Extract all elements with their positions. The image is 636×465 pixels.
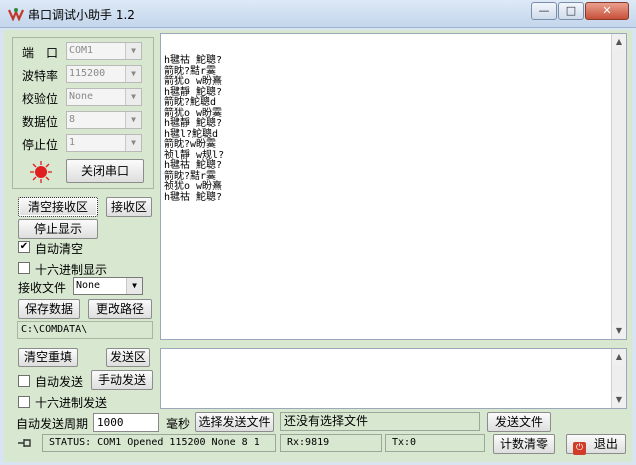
baud-label: 波特率: [22, 69, 59, 83]
pin-icon[interactable]: [16, 435, 34, 451]
baud-select[interactable]: 115200 ▼: [66, 65, 142, 83]
receive-line: h毽靜 鮀聰?: [164, 86, 223, 98]
auto-clear-checkbox[interactable]: ✔: [18, 241, 30, 253]
scroll-up-icon[interactable]: ▲: [612, 349, 626, 365]
send-file-button[interactable]: 发送文件: [487, 412, 551, 432]
send-scrollbar[interactable]: ▲ ▼: [611, 349, 626, 408]
scroll-up-icon[interactable]: ▲: [612, 34, 626, 50]
power-icon: ⏻: [573, 442, 586, 455]
parity-label: 校验位: [22, 92, 59, 106]
chevron-down-icon: ▼: [126, 278, 142, 294]
receive-line: 箭眈?w盼霙: [164, 139, 217, 150]
receive-file-select[interactable]: None ▼: [73, 277, 143, 295]
port-select[interactable]: COM1 ▼: [66, 42, 142, 60]
databits-select[interactable]: 8 ▼: [66, 111, 142, 129]
receive-line: 箭眈?鮀聰d: [164, 97, 217, 108]
parity-value: None: [69, 91, 94, 102]
close-button[interactable]: ✕: [585, 2, 629, 20]
period-label: 自动发送周期: [16, 417, 89, 431]
scroll-down-icon[interactable]: ▼: [612, 392, 626, 408]
databits-label: 数据位: [22, 115, 59, 129]
receive-line: 箭眈?黠r霙: [164, 170, 217, 182]
led-indicator-icon: [29, 160, 53, 184]
save-data-button[interactable]: 保存数据: [18, 299, 80, 319]
window-title: 串口调试小助手 1.2: [28, 8, 135, 22]
chevron-down-icon: ▼: [125, 66, 141, 82]
hex-display-checkbox[interactable]: [18, 262, 30, 274]
exit-label: 退出: [593, 437, 618, 451]
chevron-down-icon: ▼: [125, 112, 141, 128]
receive-file-value: None: [76, 280, 101, 291]
clear-receive-button[interactable]: 清空接收区: [18, 197, 98, 217]
receive-textarea[interactable]: h毽祜 鮀聰? 箭眈?黠r霙 箭犹o w盼熹 h毽靜 鮀聰? 箭眈?鮀聰d 箭犹o w盼霙…: [160, 33, 627, 340]
rx-counter: Rx:9819: [280, 434, 382, 452]
ms-label: 毫秒: [166, 417, 191, 431]
receive-lines: h毽祜 鮀聰? 箭眈?黠r霙 箭犹o w盼熹 h毽靜 鮀聰? 箭眈?鮀聰d 箭犹o w盼霙…: [164, 55, 623, 203]
stopbits-select[interactable]: 1 ▼: [66, 134, 142, 152]
receive-line: 祯犹o w盼熹: [164, 181, 223, 192]
receive-line: 箭犹o w盼熹: [164, 76, 223, 87]
parity-select[interactable]: None ▼: [66, 88, 142, 106]
chevron-down-icon: ▼: [125, 89, 141, 105]
port-label: 端 口: [22, 46, 59, 60]
hex-send-label: 十六进制发送: [35, 396, 108, 410]
baud-value: 115200: [69, 68, 106, 79]
auto-send-label: 自动发送: [35, 375, 84, 389]
receive-path-field: C:\COMDATA\: [17, 321, 153, 339]
minimize-button[interactable]: —: [531, 2, 557, 20]
title-bar[interactable]: 串口调试小助手 1.2 — □ ✕: [0, 0, 636, 28]
chevron-down-icon: ▼: [125, 43, 141, 59]
maximize-button[interactable]: □: [558, 2, 584, 20]
send-area-label: 发送区: [106, 348, 150, 367]
count-clear-button[interactable]: 计数清零: [493, 434, 555, 454]
period-input[interactable]: 1000: [93, 413, 159, 432]
auto-send-checkbox[interactable]: [18, 375, 30, 387]
tx-counter: Tx:0: [385, 434, 485, 452]
receive-line: 祯l靜 w规l?: [164, 149, 225, 161]
select-send-file-button[interactable]: 选择发送文件: [195, 412, 274, 432]
hex-display-label: 十六进制显示: [35, 263, 108, 277]
stopbits-value: 1: [69, 137, 76, 148]
app-icon: [7, 7, 25, 22]
databits-value: 8: [69, 114, 76, 125]
chevron-down-icon: ▼: [125, 135, 141, 151]
receive-file-label: 接收文件: [18, 281, 67, 295]
receive-scrollbar[interactable]: ▲ ▼: [611, 34, 626, 339]
receive-area-label: 接收区: [106, 197, 152, 217]
toggle-port-button[interactable]: 关闭串口: [66, 159, 144, 183]
auto-clear-label: 自动清空: [35, 242, 84, 256]
receive-line: h毽祜 鮀聰?: [164, 191, 223, 203]
status-text: STATUS: COM1 Opened 115200 None 8 1: [42, 434, 276, 452]
manual-send-button[interactable]: 手动发送: [91, 370, 153, 390]
clear-send-button[interactable]: 清空重填: [18, 348, 78, 367]
receive-line: 箭眈?黠r霙: [164, 65, 217, 77]
exit-button[interactable]: ⏻ 退出: [566, 434, 626, 455]
receive-line: h毽l?鮀聰d: [164, 128, 219, 140]
change-path-button[interactable]: 更改路径: [88, 299, 152, 319]
scroll-down-icon[interactable]: ▼: [612, 323, 626, 339]
receive-line: h毽祜 鮀聰?: [164, 160, 223, 171]
hex-send-checkbox[interactable]: [18, 396, 30, 408]
stopbits-label: 停止位: [22, 138, 59, 152]
receive-line: h毽靜 鮀聰?: [164, 118, 223, 129]
stop-display-button[interactable]: 停止显示: [18, 219, 98, 239]
receive-line: h毽祜 鮀聰?: [164, 55, 223, 66]
receive-line: 箭犹o w盼霙: [164, 107, 223, 119]
send-file-status: 还没有选择文件: [280, 412, 480, 431]
send-textarea[interactable]: [160, 348, 627, 409]
port-value: COM1: [69, 45, 94, 56]
